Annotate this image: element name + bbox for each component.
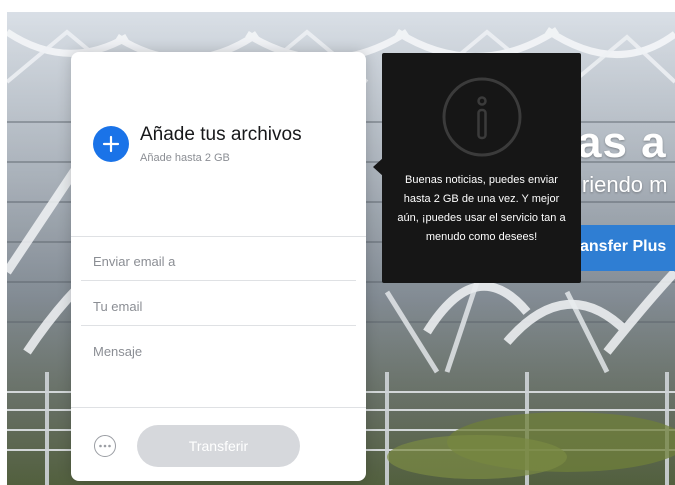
info-tooltip: Buenas noticias, puedes enviar hasta 2 G…	[382, 53, 581, 283]
add-files-title[interactable]: Añade tus archivos	[140, 124, 302, 146]
message-field[interactable]: Mensaje	[81, 327, 356, 371]
upload-card: Añade tus archivos Añade hasta 2 GB Envi…	[71, 52, 366, 481]
more-options-button[interactable]	[94, 435, 116, 457]
sender-email-field[interactable]: Tu email	[81, 282, 356, 326]
divider	[71, 407, 366, 408]
transfer-button[interactable]: Transferir	[137, 425, 300, 467]
hero-headline: as a t	[577, 118, 675, 167]
recipient-email-field[interactable]: Enviar email a	[81, 237, 356, 281]
tooltip-text: Buenas noticias, puedes enviar hasta 2 G…	[397, 174, 566, 243]
add-files-button[interactable]	[93, 126, 129, 162]
plus-icon	[102, 135, 120, 153]
hero-subline: iriendo m	[577, 172, 668, 197]
more-options-icon	[99, 444, 111, 448]
info-icon	[442, 77, 522, 157]
add-files-limit: Añade hasta 2 GB	[140, 152, 230, 164]
